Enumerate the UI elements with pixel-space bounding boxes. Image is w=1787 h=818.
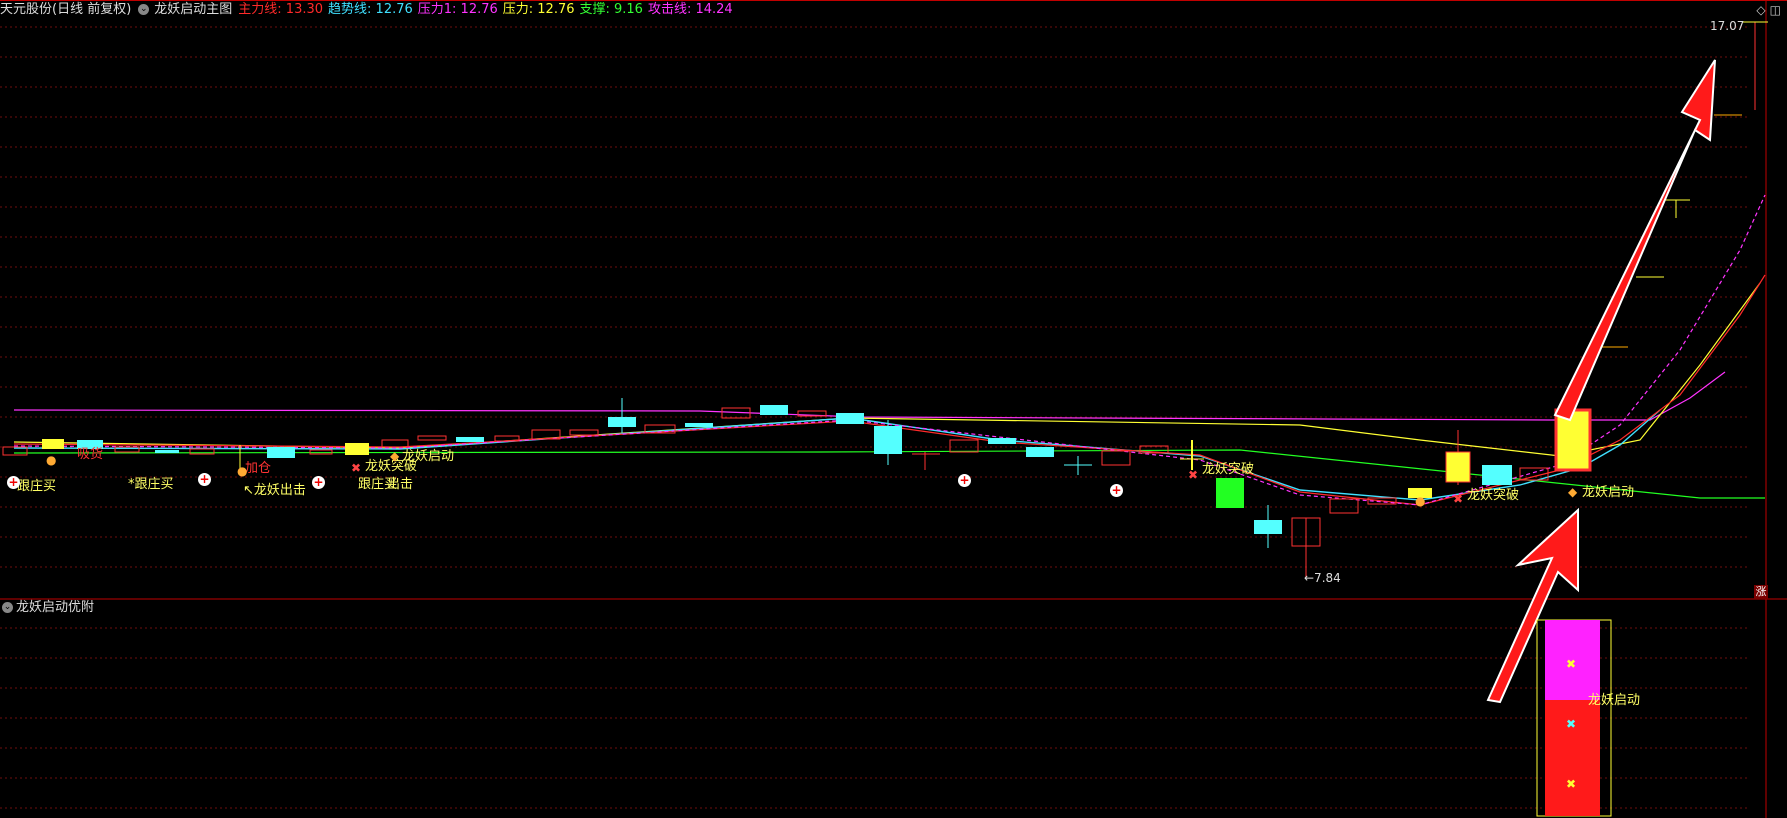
plus-circle-icon[interactable]: + xyxy=(312,476,325,489)
diamond-icon: ◆ xyxy=(1568,485,1578,499)
signal-qidong-2: 龙妖启动 xyxy=(1582,485,1635,500)
signal-tupo-2: 龙妖突破 xyxy=(1202,462,1255,477)
zhang-badge[interactable]: 涨 xyxy=(1754,585,1768,599)
butterfly-icon: ✖ xyxy=(1566,717,1577,731)
kline-chart[interactable] xyxy=(0,0,1787,818)
price-high-label: 17.07 xyxy=(1710,19,1745,33)
attack-line-purple xyxy=(13,371,1726,421)
money-bag-icon: ● xyxy=(237,464,248,478)
signal-qidong-sub: 龙妖启动 xyxy=(1588,693,1641,708)
plus-circle-icon[interactable]: + xyxy=(198,473,211,486)
signal-chuji-2: 出击 xyxy=(387,477,414,492)
signal-xihuo: 吸货 xyxy=(77,447,104,462)
plus-circle-icon[interactable]: + xyxy=(958,474,971,487)
butterfly-icon: ✖ xyxy=(351,461,362,475)
signal-qidong-1: 龙妖启动 xyxy=(402,449,455,464)
money-bag-icon: ● xyxy=(46,453,57,467)
butterfly-icon: ✖ xyxy=(1188,468,1199,482)
sub-panel-header: ⌄ 龙妖启动优附 xyxy=(0,598,94,618)
signal-genzhuang-1: 跟庄买 xyxy=(17,479,57,494)
chevron-down-icon[interactable]: ⌄ xyxy=(2,602,13,613)
signal-genzhuang-2: *跟庄买 xyxy=(128,477,174,492)
pressure1-line-dashed xyxy=(13,194,1766,506)
money-bag-icon: ● xyxy=(1415,494,1426,508)
price-low-label: ←7.84 xyxy=(1304,571,1341,585)
signal-chuji-1: ↖龙妖出击 xyxy=(243,483,306,498)
sub-indicator-name[interactable]: 龙妖启动优附 xyxy=(16,600,94,615)
butterfly-icon: ✖ xyxy=(1566,657,1577,671)
butterfly-icon: ✖ xyxy=(1566,777,1577,791)
signal-jiacang: 加仓 xyxy=(245,461,272,476)
signal-tupo-3: 龙妖突破 xyxy=(1467,488,1520,503)
butterfly-icon: ✖ xyxy=(1453,492,1464,506)
plus-circle-icon[interactable]: + xyxy=(7,476,20,489)
arrow-up-large xyxy=(1553,59,1716,422)
diamond-icon: ◆ xyxy=(390,449,400,463)
plus-circle-icon[interactable]: + xyxy=(1110,484,1123,497)
